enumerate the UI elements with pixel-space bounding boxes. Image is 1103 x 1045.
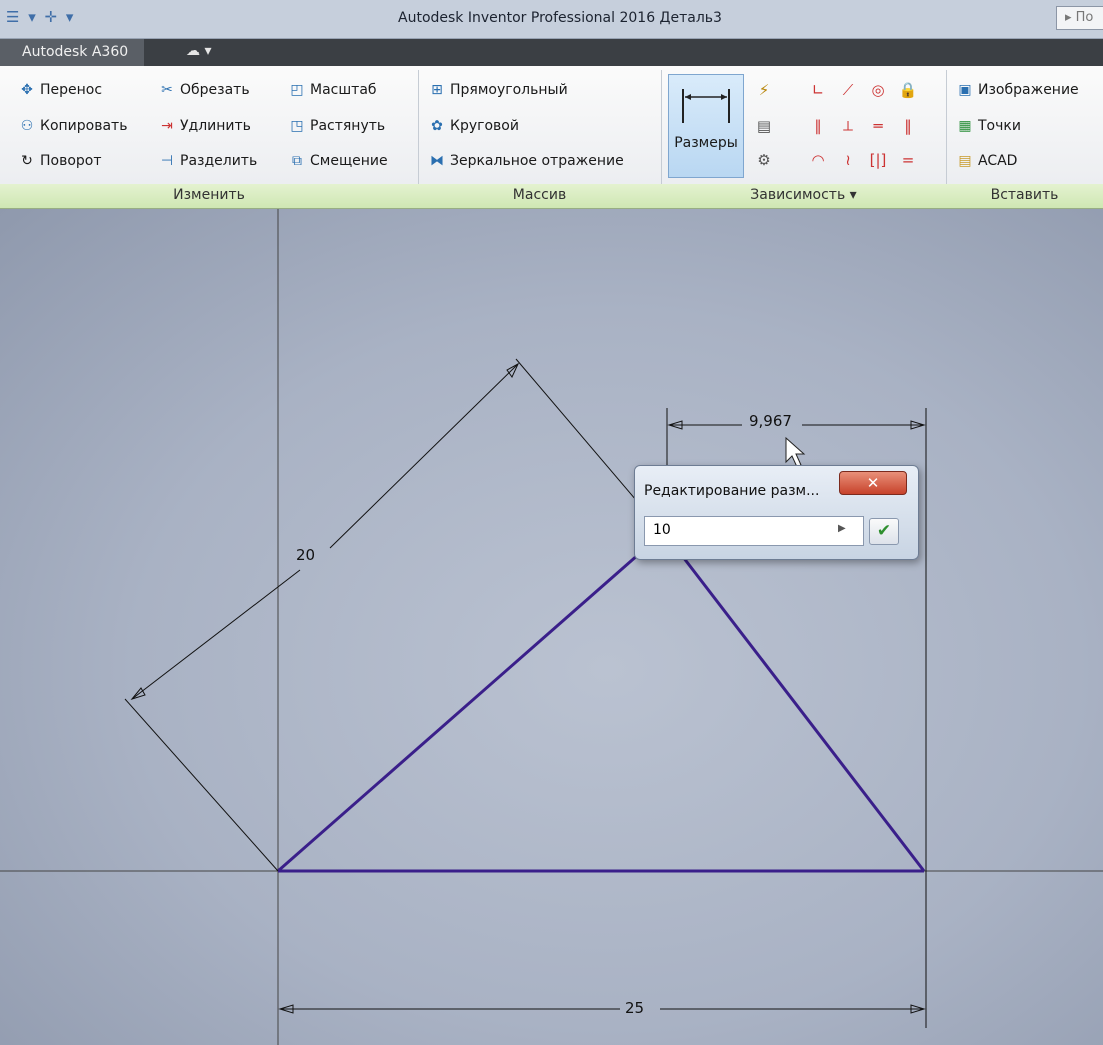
dimension-20[interactable] [124,358,671,872]
dimension-25[interactable] [278,1004,926,1014]
close-button[interactable]: ✕ [839,471,907,495]
dimension-label-top[interactable]: 9,967 [749,412,792,430]
dimension-label-bottom[interactable]: 25 [625,999,644,1017]
dimension-label-slant[interactable]: 20 [296,546,315,564]
edit-dimension-dialog: Редактирование разм... ✕ 10 ▶ ✔ [634,465,919,560]
mouse-cursor-icon [785,436,806,468]
sketch-geometry [0,209,1103,1045]
triangle-profile[interactable] [277,538,926,873]
expand-arrow-icon[interactable]: ▶ [838,523,846,534]
dimension-value-input[interactable]: 10 [644,516,864,546]
accept-button[interactable]: ✔ [869,518,899,545]
dialog-title: Редактирование разм... [644,483,820,499]
